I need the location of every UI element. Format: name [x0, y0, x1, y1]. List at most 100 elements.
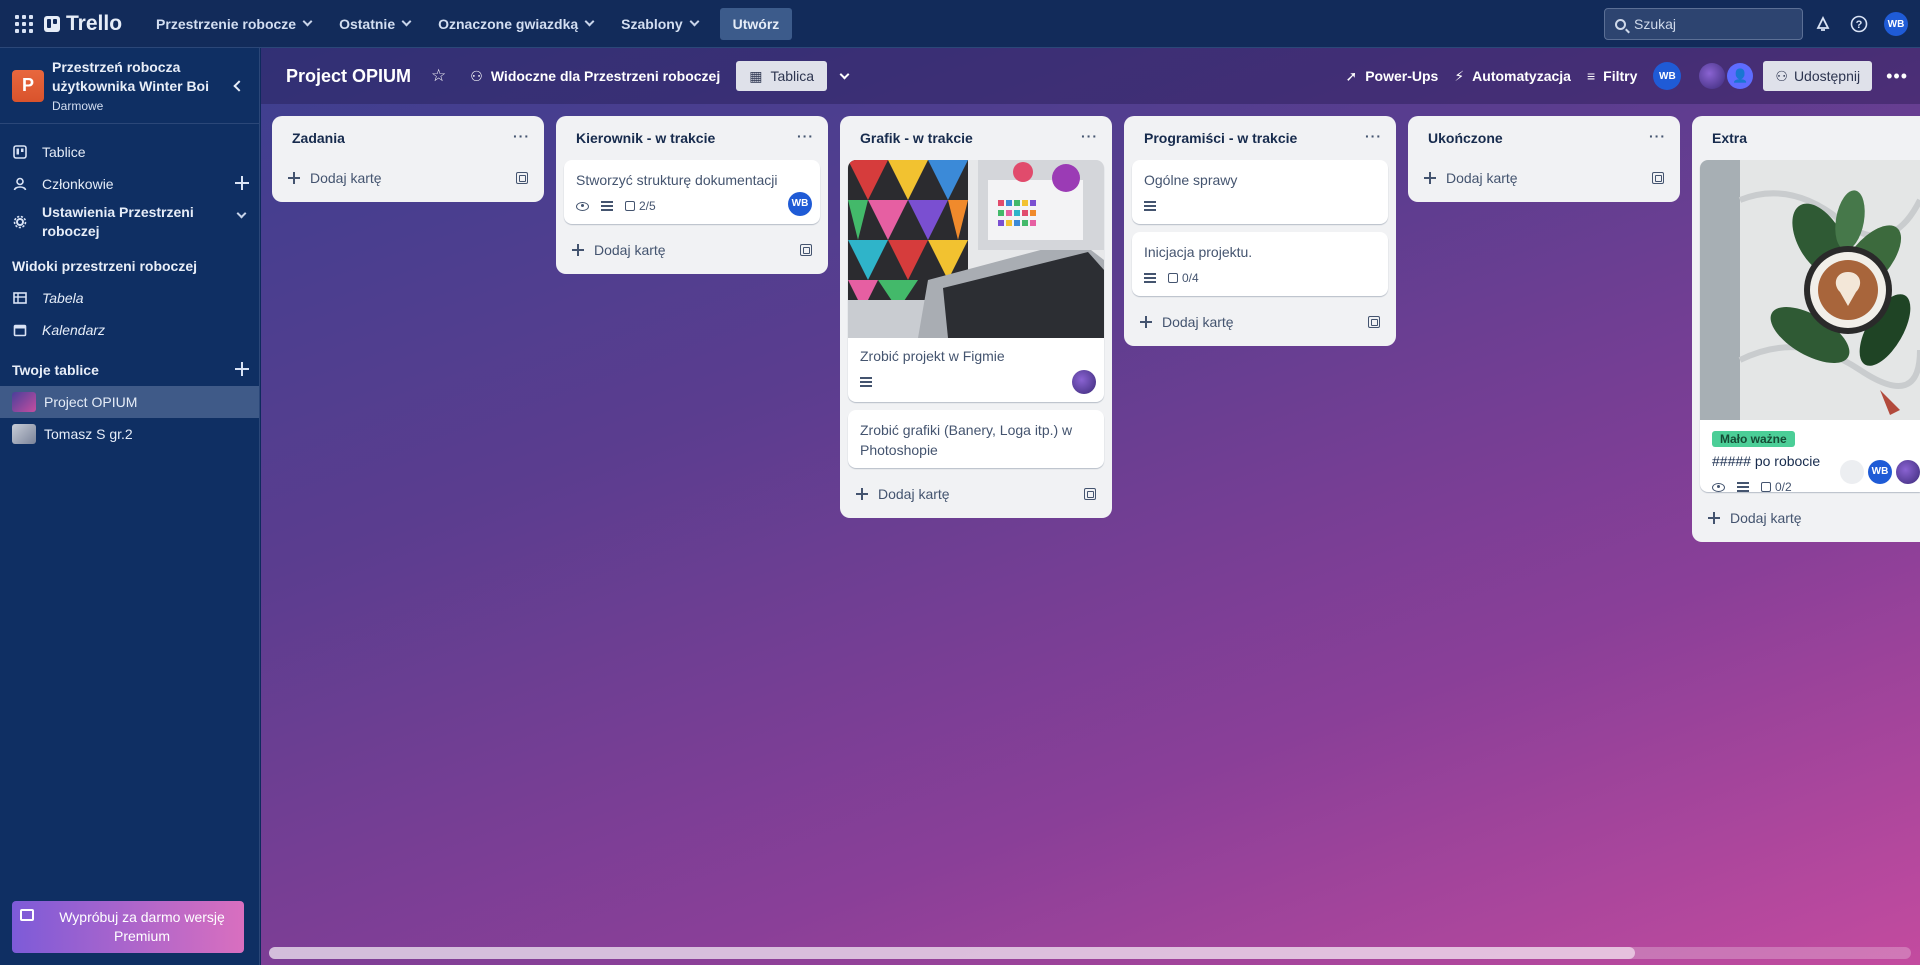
add-card-button[interactable]: Dodaj kartę: [840, 476, 1112, 512]
powerups-label: Power-Ups: [1365, 68, 1439, 84]
sidebar-item-table[interactable]: Tabela: [0, 282, 259, 314]
member-avatar-blank[interactable]: [1840, 460, 1864, 484]
nav-recent[interactable]: Ostatnie: [327, 8, 422, 40]
add-member-icon[interactable]: [235, 176, 249, 190]
automation-button[interactable]: ⚡ Automatyzacja: [1454, 68, 1571, 85]
card-badges: [1144, 196, 1376, 216]
list-title: Zadania: [292, 130, 345, 146]
nav-templates[interactable]: Szablony: [609, 8, 709, 40]
horizontal-scrollbar[interactable]: [269, 947, 1911, 959]
sidebar-item-calendar[interactable]: Kalendarz: [0, 314, 259, 346]
list-header[interactable]: Grafik - w trakcie ···: [840, 116, 1112, 160]
filters-button[interactable]: ≡ Filtry: [1587, 68, 1637, 84]
checklist-count: 0/2: [1775, 480, 1792, 492]
list-menu-icon[interactable]: ···: [1365, 128, 1382, 144]
sidebar-board-project-opium[interactable]: Project OPIUM: [0, 386, 259, 418]
checklist-count: 0/4: [1182, 271, 1199, 285]
trello-logo[interactable]: Trello: [44, 12, 122, 36]
list-header[interactable]: Extra: [1692, 116, 1920, 160]
app-switcher-icon[interactable]: [10, 10, 38, 38]
card-template-icon[interactable]: [1652, 172, 1664, 184]
sidebar-board-tomasz[interactable]: Tomasz S gr.2: [0, 418, 259, 450]
member-avatar[interactable]: WB: [788, 192, 812, 216]
add-card-button[interactable]: Dodaj kartę: [1692, 500, 1920, 536]
visibility-button[interactable]: ⚇ Widoczne dla Przestrzeni roboczej: [470, 68, 720, 85]
help-icon[interactable]: ?: [1848, 13, 1870, 35]
notifications-icon[interactable]: [1812, 13, 1834, 35]
sidebar-item-label: Członkowie: [42, 176, 114, 192]
workspace-badge[interactable]: P: [12, 69, 44, 102]
add-board-icon[interactable]: [235, 362, 249, 376]
workspace-name[interactable]: Przestrzeń robocza użytkownika Winter Bo…: [52, 58, 212, 96]
card[interactable]: Inicjacja projektu. 0/4: [1132, 232, 1388, 296]
sidebar-item-settings[interactable]: Ustawienia Przestrzeni roboczej: [0, 200, 259, 244]
card-template-icon[interactable]: [1084, 488, 1096, 500]
board-icon: [12, 144, 28, 160]
card[interactable]: Zrobić grafiki (Banery, Loga itp.) w Pho…: [848, 410, 1104, 468]
checklist-badge: 0/2: [1761, 477, 1792, 492]
add-card-button[interactable]: Dodaj kartę: [1124, 304, 1396, 340]
card-template-icon[interactable]: [800, 244, 812, 256]
card[interactable]: Ogólne sprawy: [1132, 160, 1388, 224]
collapse-sidebar-button[interactable]: [226, 74, 247, 98]
share-button[interactable]: ⚇ Udostępnij: [1763, 61, 1873, 91]
svg-text:?: ?: [1856, 19, 1863, 31]
rocket-icon: ➚: [1345, 67, 1358, 84]
member-avatar-purple[interactable]: [1072, 370, 1096, 394]
sidebar-item-label: Kalendarz: [42, 322, 106, 338]
create-button[interactable]: Utwórz: [719, 7, 793, 40]
card-members: WB: [1840, 460, 1920, 484]
list-header[interactable]: Ukończone ···: [1408, 116, 1680, 160]
member-avatar-purple[interactable]: [1699, 63, 1726, 89]
card-members: [1072, 370, 1096, 394]
more-menu-icon[interactable]: •••: [1886, 66, 1908, 87]
views-chevron-down-icon[interactable]: [839, 69, 850, 79]
board-thumbnail: [12, 392, 36, 412]
checklist-count: 2/5: [639, 199, 656, 213]
tab-board-view[interactable]: ▦ Tablica: [736, 61, 828, 91]
scrollbar-thumb[interactable]: [269, 947, 1635, 959]
card[interactable]: Mało ważne ##### po robocie 0/2 WB: [1700, 160, 1920, 492]
filters-label: Filtry: [1603, 68, 1638, 84]
nav-starred-label: Oznaczone gwiazdką: [438, 15, 579, 32]
list-header[interactable]: Kierownik - w trakcie ···: [556, 116, 828, 160]
premium-trial-button[interactable]: Wypróbuj za darmo wersję Premium: [12, 901, 244, 953]
card-template-icon[interactable]: [1368, 316, 1380, 328]
card-label[interactable]: Mało ważne: [1712, 431, 1795, 447]
list-menu-icon[interactable]: ···: [1081, 128, 1098, 144]
nav-workspaces[interactable]: Przestrzenie robocze: [144, 8, 323, 40]
add-card-label: Dodaj kartę: [1162, 314, 1234, 330]
chevron-down-icon[interactable]: [236, 208, 247, 219]
card-template-icon[interactable]: [516, 172, 528, 184]
list-menu-icon[interactable]: ···: [513, 128, 530, 144]
member-avatar-default[interactable]: 👤: [1727, 63, 1754, 89]
card[interactable]: Zrobić projekt w Figmie: [848, 160, 1104, 402]
person-icon: [12, 176, 28, 192]
list-menu-icon[interactable]: ···: [1649, 128, 1666, 144]
card-title: Zrobić grafiki (Banery, Loga itp.) w Pho…: [860, 422, 1073, 458]
add-card-button[interactable]: Dodaj kartę: [1408, 160, 1680, 196]
sidebar-item-boards[interactable]: Tablice: [0, 136, 259, 168]
member-avatar[interactable]: WB: [1868, 460, 1892, 484]
board-title[interactable]: Project OPIUM: [286, 66, 411, 87]
card[interactable]: Stworzyć strukturę dokumentacji 2/5 WB: [564, 160, 820, 224]
add-card-label: Dodaj kartę: [594, 242, 666, 258]
add-card-button[interactable]: Dodaj kartę: [272, 160, 544, 196]
nav-starred[interactable]: Oznaczone gwiazdką: [426, 8, 605, 40]
user-avatar[interactable]: WB: [1884, 12, 1908, 36]
powerups-button[interactable]: ➚ Power-Ups: [1345, 68, 1438, 85]
sidebar: P Przestrzeń robocza użytkownika Winter …: [0, 48, 260, 965]
list-header[interactable]: Zadania ···: [272, 116, 544, 160]
board-member-avatar[interactable]: WB: [1653, 62, 1682, 90]
gift-icon: [20, 909, 34, 921]
search-input[interactable]: Szukaj: [1604, 8, 1803, 40]
list-menu-icon[interactable]: ···: [797, 128, 814, 144]
star-icon[interactable]: ☆: [431, 66, 446, 86]
plus-icon: [1708, 512, 1720, 524]
add-card-button[interactable]: Dodaj kartę: [556, 232, 828, 268]
list-header[interactable]: Programiści - w trakcie ···: [1124, 116, 1396, 160]
board-view-icon: ▦: [749, 67, 763, 84]
member-avatar-purple[interactable]: [1896, 460, 1920, 484]
sidebar-item-members[interactable]: Członkowie: [0, 168, 259, 200]
calendar-icon: [12, 322, 28, 338]
